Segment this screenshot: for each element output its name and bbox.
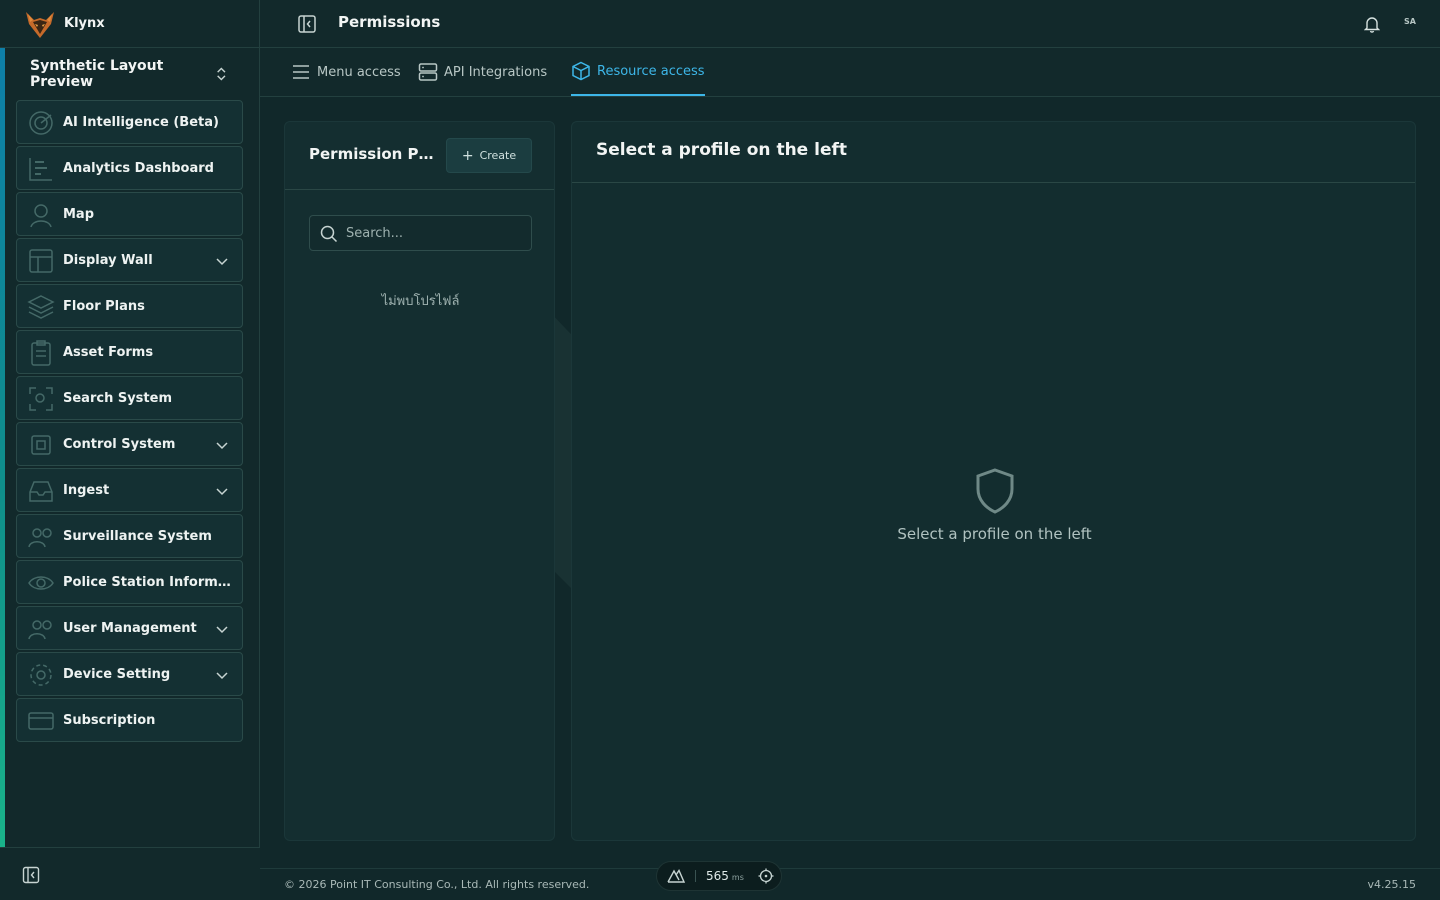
box-icon	[572, 61, 590, 81]
footer: © 2026 Point IT Consulting Co., Ltd. All…	[260, 868, 1440, 900]
tab-menu-access[interactable]: Menu access	[291, 48, 401, 96]
sidebar-item-label: Control System	[63, 436, 176, 452]
topbar: Permissions SA	[260, 0, 1440, 48]
sidebar-item-label: Police Station Information	[63, 574, 231, 590]
credit-card-icon	[28, 712, 54, 730]
search-icon	[320, 225, 338, 243]
profile-search	[309, 215, 532, 251]
crosshair-icon[interactable]	[758, 868, 774, 884]
sidebar-item-label: User Management	[63, 620, 197, 636]
sidebar-item-floor-plans[interactable]: Floor Plans	[16, 284, 243, 328]
radar-icon	[29, 111, 53, 135]
search-input[interactable]	[346, 216, 526, 250]
sidebar-item-label: Surveillance System	[63, 528, 212, 544]
sidebar-item-control-system[interactable]: Control System	[16, 422, 243, 466]
sidebar-item-ai-intelligence[interactable]: AI Intelligence (Beta)	[16, 100, 243, 144]
clipboard-icon	[31, 340, 51, 366]
collapse-sidebar-icon[interactable]	[22, 866, 40, 884]
permission-profiles-panel: Permission Profiles + Create ไม่พบโปรไฟล…	[284, 121, 555, 841]
sidebar-accent-strip	[0, 48, 5, 848]
chevron-down-icon	[216, 626, 228, 634]
sidebar-item-map[interactable]: Map	[16, 192, 243, 236]
sidebar-menu: AI Intelligence (Beta) Analytics Dashboa…	[16, 100, 243, 744]
plus-icon: +	[461, 147, 474, 164]
sidebar-item-label: AI Intelligence (Beta)	[63, 114, 219, 130]
sidebar: Klynx Synthetic Layout Preview AI Intell…	[0, 0, 260, 900]
page-title: Permissions	[338, 13, 441, 31]
perf-unit: ms	[731, 872, 744, 882]
workspace-switcher[interactable]: Synthetic Layout Preview	[16, 56, 243, 92]
empty-profiles-text: ไม่พบโปรไฟล์	[381, 294, 460, 309]
chevron-down-icon	[216, 442, 228, 450]
empty-state-text: Select a profile on the left	[897, 525, 1092, 543]
perf-indicator[interactable]: 565 ms	[656, 861, 782, 891]
sidebar-item-device-setting[interactable]: Device Setting	[16, 652, 243, 696]
layers-icon	[27, 295, 55, 319]
sidebar-item-display-wall[interactable]: Display Wall	[16, 238, 243, 282]
sidebar-item-user-management[interactable]: User Management	[16, 606, 243, 650]
menu-icon	[293, 65, 309, 79]
sidebar-item-label: Asset Forms	[63, 344, 154, 360]
create-profile-button[interactable]: + Create	[446, 138, 532, 173]
divider	[695, 870, 696, 882]
empty-state: Select a profile on the left	[572, 467, 1417, 543]
avatar[interactable]: SA	[1404, 17, 1416, 26]
sidebar-item-asset-forms[interactable]: Asset Forms	[16, 330, 243, 374]
scan-icon	[29, 387, 53, 411]
tab-label: Menu access	[317, 64, 401, 80]
tab-label: API Integrations	[444, 64, 548, 80]
sidebar-footer	[0, 847, 260, 900]
sidebar-item-analytics-dashboard[interactable]: Analytics Dashboard	[16, 146, 243, 190]
users-icon	[28, 620, 52, 640]
gear-icon	[30, 664, 52, 686]
sidebar-item-label: Display Wall	[63, 252, 153, 268]
sidebar-item-label: Analytics Dashboard	[63, 160, 214, 176]
eye-icon	[28, 576, 54, 590]
tab-api-integrations[interactable]: API Integrations	[418, 48, 547, 96]
chart-icon	[29, 158, 52, 181]
bell-icon[interactable]	[1364, 15, 1380, 33]
sidebar-item-label: Subscription	[63, 712, 156, 728]
chevron-down-icon	[216, 672, 228, 680]
cpu-icon	[31, 435, 51, 455]
brand[interactable]: Klynx	[0, 0, 259, 48]
sidebar-toggle-icon[interactable]	[297, 14, 317, 34]
profile-detail-panel: Select a profile on the left Select a pr…	[571, 121, 1416, 841]
sidebar-item-label: Search System	[63, 390, 173, 406]
sidebar-item-label: Device Setting	[63, 666, 171, 682]
shield-icon	[976, 468, 1013, 514]
sidebar-item-label: Map	[63, 206, 95, 222]
profiles-panel-title: Permission Profiles	[309, 145, 435, 163]
sidebar-item-search-system[interactable]: Search System	[16, 376, 243, 420]
detail-panel-header: Select a profile on the left	[572, 122, 1415, 183]
sidebar-item-label: Ingest	[63, 482, 110, 498]
chevron-down-icon	[216, 258, 228, 266]
sidebar-item-ingest[interactable]: Ingest	[16, 468, 243, 512]
server-icon	[418, 63, 438, 81]
layout-icon	[29, 249, 53, 273]
detail-panel-title: Select a profile on the left	[596, 140, 848, 160]
sidebar-item-label: Floor Plans	[63, 298, 145, 314]
tab-resource-access[interactable]: Resource access	[571, 48, 705, 96]
permission-tabs: Menu access API Integrations Resource ac…	[260, 48, 1440, 97]
chevron-up-down-icon	[217, 67, 226, 81]
inbox-icon	[29, 481, 53, 502]
create-button-label: Create	[479, 149, 517, 162]
copyright-text: © 2026 Point IT Consulting Co., Ltd. All…	[284, 878, 590, 891]
users-icon	[28, 528, 52, 548]
sidebar-item-police-station-information[interactable]: Police Station Information	[16, 560, 243, 604]
perf-value: 565	[706, 869, 729, 883]
nuxt-icon	[667, 869, 685, 883]
workspace-label: Synthetic Layout Preview	[30, 58, 164, 90]
profiles-panel-header: Permission Profiles + Create	[285, 122, 554, 190]
app-name: Klynx	[64, 16, 105, 31]
version-text: v4.25.15	[1367, 878, 1417, 891]
fox-logo-icon	[26, 11, 54, 38]
map-pin-icon	[30, 204, 52, 228]
chevron-down-icon	[216, 488, 228, 496]
sidebar-item-subscription[interactable]: Subscription	[16, 698, 243, 742]
sidebar-item-surveillance-system[interactable]: Surveillance System	[16, 514, 243, 558]
tab-label: Resource access	[597, 63, 705, 79]
